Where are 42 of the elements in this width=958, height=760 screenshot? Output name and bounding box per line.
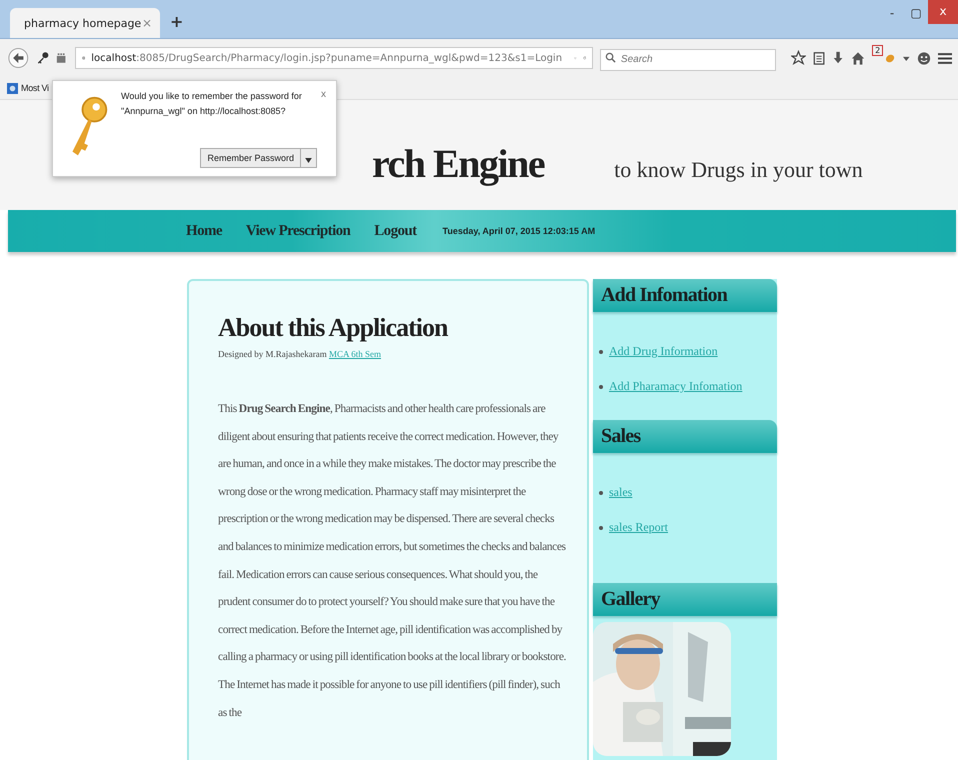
- nav-link[interactable]: Logout: [374, 222, 417, 240]
- minimize-button[interactable]: -: [880, 4, 904, 24]
- clipboard-icon[interactable]: [812, 50, 826, 66]
- tagline: to know Drugs in your town: [614, 157, 863, 183]
- bullet-icon: [599, 384, 603, 388]
- bookmark-star-icon[interactable]: [790, 50, 806, 66]
- restore-button[interactable]: ▢: [904, 4, 928, 24]
- bullet-icon: [599, 526, 603, 530]
- address-bar[interactable]: localhost:8085/DrugSearch/Pharmacy/login.jsp?puname=Annpurna_wgl&pwd=123&s1=Login: [74, 47, 593, 69]
- bullet-icon: [599, 490, 603, 494]
- remember-password-button[interactable]: Remember Password: [200, 148, 301, 168]
- search-field[interactable]: Search: [600, 48, 776, 70]
- home-icon[interactable]: [851, 50, 866, 66]
- menu-icon[interactable]: [938, 52, 952, 64]
- nav-link[interactable]: View Prescription: [246, 222, 350, 240]
- credit-text: Designed by M.Rajashekaram: [218, 349, 327, 359]
- page-heading: About this Application: [218, 313, 449, 343]
- section-heading: Sales: [593, 420, 777, 453]
- notification-icon[interactable]: [56, 52, 66, 64]
- key-icon[interactable]: [36, 51, 49, 65]
- nav-link[interactable]: Home: [186, 222, 222, 240]
- close-button[interactable]: x: [928, 0, 958, 24]
- smiley-icon[interactable]: [916, 50, 931, 66]
- download-icon[interactable]: [832, 50, 844, 66]
- dropdown-arrow-icon[interactable]: [903, 54, 910, 62]
- bookmark-folder-icon: [7, 82, 18, 94]
- caret-icon: [305, 158, 312, 162]
- section-heading: Add Infomation: [593, 279, 777, 312]
- bullet-icon: [599, 350, 603, 354]
- section-heading: Gallery: [593, 583, 777, 616]
- back-button[interactable]: [8, 47, 29, 69]
- date-time: Tuesday, April 07, 2015 12:03:15 AM: [442, 226, 596, 236]
- new-tab-button[interactable]: +: [170, 12, 184, 31]
- prompt-message: Would you like to remember the password for "Annpurna_wgl" on http://localhost:8085?: [121, 90, 303, 118]
- bookmark-item[interactable]: Most Vi: [7, 82, 49, 94]
- site-title: rch Engine: [372, 140, 544, 186]
- tab-close-button[interactable]: ×: [142, 16, 152, 30]
- close-button[interactable]: x: [321, 89, 326, 100]
- dropdown-button[interactable]: [301, 148, 317, 168]
- notification-badge: 2: [872, 45, 884, 56]
- browser-tab[interactable]: pharmacy homepage×: [10, 8, 160, 38]
- about-paragraph: This Drug Search Engine, Pharmacists and other health care professionals are diligent about ensuring that patients receive the correct medication. However, they are human, and once in a while they make mistakes. The doctor may prescribe the wrong dose or the wrong medication. Pharmacy staff may misinterpret the prescription or the wrong medication may be dispensed. There are several checks and balances to minimize medication errors, but sometimes the checks and balances fail. Medication errors can cause serious consequences. What should you, the prudent consumer do to protect yourself? You should make sure that you have the correct medication. Before the Internet age, pill identification was accomplished by calling a pharmacy or using pill identification books at the local library or bookstore. The Internet has made it possible for anyone to use pill identifiers (pill finder), such as the: [218, 401, 567, 721]
